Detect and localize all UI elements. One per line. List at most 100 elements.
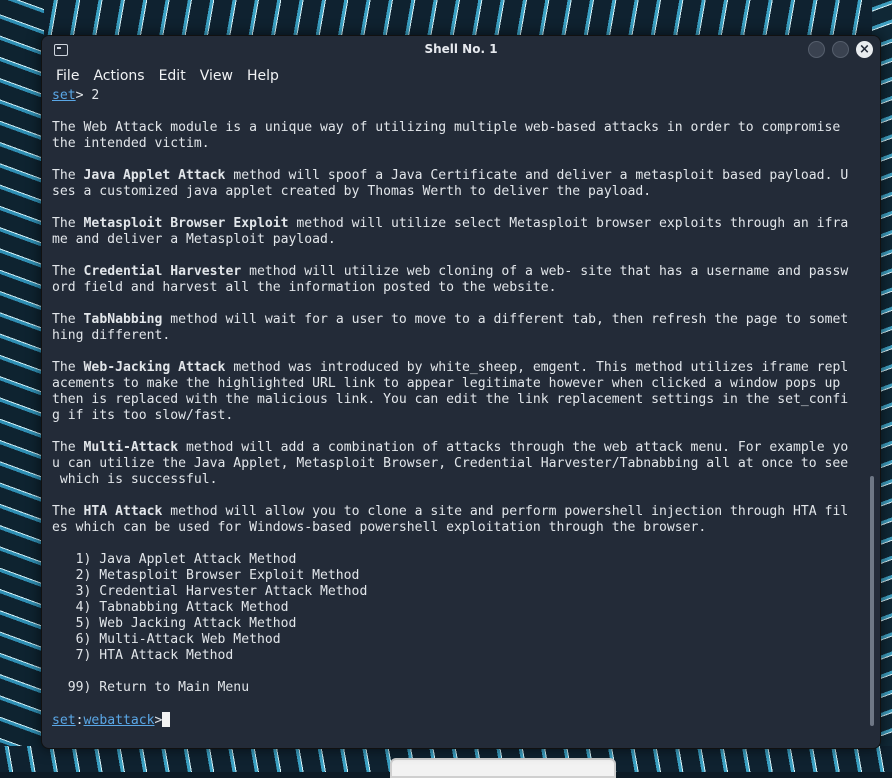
terminal-text: method will allow you to clone a site an… [162, 504, 849, 519]
terminal-text: then is replaced with the malicious link… [52, 392, 849, 407]
terminal-text: : [75, 713, 84, 728]
terminal-line: The Credential Harvester method will uti… [52, 264, 864, 280]
terminal-line: which is successful. [52, 472, 864, 488]
title-bar[interactable]: Shell No. 1 × [42, 36, 880, 64]
terminal-text: The [52, 440, 84, 455]
terminal-text: 7) HTA Attack Method [52, 648, 234, 663]
terminal-text: The [52, 216, 84, 231]
terminal-text: method will wait for a user to move to a… [162, 312, 849, 327]
terminal-line: 6) Multi-Attack Web Method [52, 632, 864, 648]
terminal-window[interactable]: Shell No. 1 × File Actions Edit View Hel… [41, 35, 881, 749]
close-icon: × [859, 42, 870, 57]
terminal-text: ses a customized java applet created by … [52, 184, 652, 199]
terminal-text: hing different. [52, 328, 171, 343]
terminal-line: ord field and harvest all the informatio… [52, 280, 864, 296]
prompt-segment: set [52, 88, 76, 103]
terminal-text: The [52, 360, 84, 375]
window-title: Shell No. 1 [424, 42, 498, 56]
terminal-output[interactable]: set> 2 The Web Attack module is a unique … [42, 88, 864, 744]
menu-edit[interactable]: Edit [159, 68, 186, 84]
terminal-text: method will utilize web cloning of a web… [241, 264, 849, 279]
terminal-line: 99) Return to Main Menu [52, 680, 864, 696]
terminal-text: 2) Metasploit Browser Exploit Method [52, 568, 360, 583]
terminal-text: Multi-Attack [83, 440, 179, 455]
terminal-text: acements to make the highlighted URL lin… [52, 376, 841, 391]
terminal-text: method will add a combination of attacks… [178, 440, 849, 455]
terminal-line: u can utilize the Java Applet, Metasploi… [52, 456, 864, 472]
terminal-text: 1) Java Applet Attack Method [52, 552, 297, 567]
terminal-text: Web-Jacking Attack [83, 360, 226, 375]
menu-actions[interactable]: Actions [93, 68, 144, 84]
menu-bar: File Actions Edit View Help [42, 64, 880, 88]
terminal-text: TabNabbing [83, 312, 163, 327]
terminal-line: 5) Web Jacking Attack Method [52, 616, 864, 632]
terminal-line: es which can be used for Windows-based p… [52, 520, 864, 536]
terminal-line: 7) HTA Attack Method [52, 648, 864, 664]
prompt-segment: set [52, 713, 76, 728]
terminal-line: The Java Applet Attack method will spoof… [52, 168, 864, 184]
terminal-text: method will utilize select Metasploit br… [288, 216, 849, 231]
terminal-text: Credential Harvester [83, 264, 242, 279]
terminal-line: The HTA Attack method will allow you to … [52, 504, 864, 520]
terminal-text: HTA Attack [83, 504, 163, 519]
terminal-line: acements to make the highlighted URL lin… [52, 376, 864, 392]
terminal-line: 3) Credential Harvester Attack Method [52, 584, 864, 600]
terminal-text: The [52, 264, 84, 279]
terminal-text: > [154, 713, 163, 728]
terminal-text: ord field and harvest all the informatio… [52, 280, 557, 295]
terminal-text: 99) Return to Main Menu [52, 680, 250, 695]
terminal-text: 6) Multi-Attack Web Method [52, 632, 281, 647]
text-cursor [162, 712, 171, 727]
terminal-line: The Web-Jacking Attack method was introd… [52, 360, 864, 376]
menu-view[interactable]: View [200, 68, 233, 84]
terminal-text: > 2 [75, 88, 100, 103]
terminal-line: 4) Tabnabbing Attack Method [52, 600, 864, 616]
terminal-text: 4) Tabnabbing Attack Method [52, 600, 289, 615]
terminal-line: ses a customized java applet created by … [52, 184, 864, 200]
terminal-text: method was introduced by white_sheep, em… [225, 360, 849, 375]
prompt-segment: webattack [83, 713, 155, 728]
scrollbar[interactable] [870, 476, 874, 726]
terminal-line: the intended victim. [52, 136, 864, 152]
terminal-line: set> 2 [52, 88, 864, 104]
minimize-button[interactable] [808, 41, 825, 58]
terminal-text: The Web Attack module is a unique way of… [52, 120, 841, 135]
terminal-line: The Metasploit Browser Exploit method wi… [52, 216, 864, 232]
terminal-line: 2) Metasploit Browser Exploit Method [52, 568, 864, 584]
terminal-line: g if its too slow/fast. [52, 408, 864, 424]
terminal-text: The [52, 168, 84, 183]
menu-file[interactable]: File [56, 68, 79, 84]
terminal-text: 3) Credential Harvester Attack Method [52, 584, 368, 599]
terminal-text: method will spoof a Java Certificate and… [225, 168, 849, 183]
close-button[interactable]: × [856, 41, 873, 58]
terminal-text: 5) Web Jacking Attack Method [52, 616, 297, 631]
taskbar-panel[interactable] [390, 758, 616, 778]
terminal-text: the intended victim. [52, 136, 210, 151]
terminal-line: then is replaced with the malicious link… [52, 392, 864, 408]
terminal-text: es which can be used for Windows-based p… [52, 520, 707, 535]
terminal-line: The TabNabbing method will wait for a us… [52, 312, 864, 328]
terminal-text: u can utilize the Java Applet, Metasploi… [52, 456, 849, 471]
terminal-text: The [52, 504, 84, 519]
terminal-text: g if its too slow/fast. [52, 408, 234, 423]
terminal-line: set:webattack> [52, 712, 864, 728]
menu-help[interactable]: Help [247, 68, 279, 84]
terminal-text: Java Applet Attack [83, 168, 226, 183]
wallpaper-top-strip [0, 0, 892, 36]
terminal-line: The Web Attack module is a unique way of… [52, 120, 864, 136]
maximize-button[interactable] [832, 41, 849, 58]
terminal-text: The [52, 312, 84, 327]
terminal-line: me and deliver a Metasploit payload. [52, 232, 864, 248]
terminal-text: me and deliver a Metasploit payload. [52, 232, 336, 247]
